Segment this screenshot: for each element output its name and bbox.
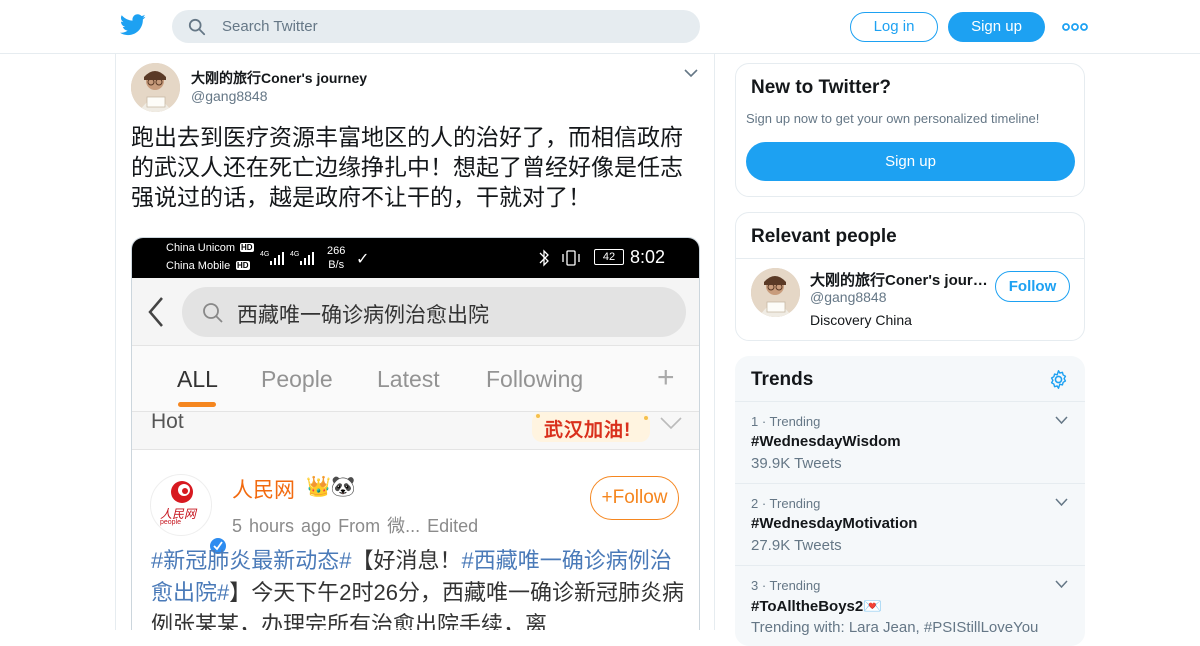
- post-text: 】今天下午2时26分，西藏唯一确诊新冠肺炎病例张某某，办理完所有治愈出院手续，离: [151, 580, 684, 630]
- sign-up-button[interactable]: Sign up: [948, 12, 1045, 42]
- chevron-down-icon[interactable]: [1055, 498, 1068, 506]
- person-avatar[interactable]: [751, 268, 800, 317]
- search-icon: [203, 303, 223, 323]
- app-search-row: 西藏唯一确诊病例治愈出院: [132, 278, 699, 346]
- hd-badge: HD: [236, 261, 250, 270]
- chevron-down-icon[interactable]: [684, 68, 698, 78]
- signal-icon: 4G 4G: [260, 251, 314, 265]
- trend-context: Trending with: Lara Jean, #PSIStillLoveY…: [751, 619, 1039, 636]
- carrier-label: China Mobile: [166, 260, 231, 272]
- chevron-down-icon[interactable]: [1055, 416, 1068, 424]
- tweet-panel: 大刚的旅行Coner's journey @gang8848 跑出去到医疗资源丰…: [115, 54, 715, 630]
- post-body: #新冠肺炎最新动态#【好消息！#西藏唯一确诊病例治愈出院#】今天下午2时26分，…: [151, 545, 686, 630]
- active-tab-indicator: [178, 402, 216, 407]
- trend-item[interactable]: 2 · Trending #WednesdayMotivation 27.9K …: [735, 483, 1085, 565]
- twitter-bird-icon[interactable]: [120, 14, 146, 36]
- sign-up-button[interactable]: Sign up: [746, 142, 1075, 181]
- carrier-label: China Unicom: [166, 242, 236, 254]
- top-navigation-bar: Search Twitter Log in Sign up: [0, 0, 1200, 54]
- person-name[interactable]: 大刚的旅行Coner's journey: [810, 269, 988, 290]
- post-follow-button: +Follow: [590, 476, 679, 520]
- app-search-field: 西藏唯一确诊病例治愈出院: [182, 287, 686, 337]
- log-in-button[interactable]: Log in: [850, 12, 938, 42]
- clock: 8:02: [630, 247, 666, 267]
- more-dots-icon[interactable]: [1062, 22, 1088, 32]
- follow-button[interactable]: Follow: [995, 271, 1070, 302]
- trend-rank: 1 · Trending: [751, 414, 821, 429]
- tweet-image[interactable]: China Unicom HD China Mobile HD 4G 4G 26…: [131, 237, 700, 630]
- card-title: Trends: [751, 369, 814, 390]
- search-input[interactable]: Search Twitter: [222, 18, 318, 35]
- tab-people: People: [261, 366, 333, 392]
- author-handle[interactable]: @gang8848: [191, 88, 268, 104]
- relevant-people-card: Relevant people 大刚的旅行Coner's journey @ga…: [735, 212, 1085, 341]
- trend-name[interactable]: #WednesdayMotivation: [751, 515, 917, 532]
- trend-count: 27.9K Tweets: [751, 537, 842, 554]
- trend-name[interactable]: #ToAlltheBoys2💌: [751, 597, 882, 615]
- card-title: New to Twitter?: [751, 77, 892, 98]
- logo-subtext: people: [160, 519, 182, 526]
- trends-card: Trends 1 · Trending #WednesdayWisdom 39.…: [735, 356, 1085, 646]
- app-tab-row: ALL People Latest Following +: [132, 346, 699, 412]
- hot-row: Hot 武汉加油!: [132, 410, 699, 450]
- sticker-banner: 武汉加油!: [528, 408, 656, 444]
- chevron-down-icon[interactable]: [1055, 580, 1068, 588]
- new-to-twitter-card: New to Twitter? Sign up now to get your …: [735, 63, 1085, 197]
- svg-text:4G: 4G: [260, 251, 269, 258]
- weibo-post: 人民网 people 人民网 👑🐼 5 hours ago From 微... …: [132, 450, 699, 630]
- person-handle[interactable]: @gang8848: [810, 289, 887, 305]
- card-title: Relevant people: [751, 226, 897, 247]
- gear-icon[interactable]: [1048, 369, 1069, 390]
- trend-item[interactable]: 1 · Trending #WednesdayWisdom 39.9K Twee…: [735, 401, 1085, 483]
- app-search-text: 西藏唯一确诊病例治愈出院: [237, 304, 489, 327]
- hashtag: #新冠肺炎最新动态#: [151, 548, 352, 573]
- back-arrow-icon: [148, 297, 163, 327]
- hot-label: Hot: [151, 410, 184, 433]
- tab-latest: Latest: [377, 366, 440, 392]
- post-text: 【好消息！: [351, 548, 462, 573]
- trend-rank: 2 · Trending: [751, 496, 821, 511]
- trend-rank: 3 · Trending: [751, 578, 821, 593]
- author-name[interactable]: 大刚的旅行Coner's journey: [191, 68, 367, 88]
- network-speed: 266 B/s: [327, 245, 346, 271]
- tab-all: ALL: [177, 366, 218, 392]
- trend-name[interactable]: #WednesdayWisdom: [751, 433, 901, 450]
- divider: [736, 258, 1084, 259]
- phone-status-bar: China Unicom HD China Mobile HD 4G 4G 26…: [132, 238, 699, 278]
- post-meta: 5 hours ago From 微... Edited: [232, 516, 479, 536]
- bluetooth-vibrate-icon: [539, 249, 580, 267]
- hd-badge: HD: [240, 243, 254, 252]
- author-avatar[interactable]: [131, 63, 180, 112]
- person-bio: Discovery China: [810, 312, 912, 328]
- post-badge-icons: 👑🐼: [306, 476, 356, 498]
- battery-indicator: 42: [594, 249, 624, 265]
- trend-count: 39.9K Tweets: [751, 455, 842, 472]
- tweet-text: 跑出去到医疗资源丰富地区的人的治好了，而相信政府的武汉人还在死亡边缘挣扎中！想起…: [131, 124, 683, 210]
- card-subtitle: Sign up now to get your own personalized…: [746, 111, 1040, 126]
- trend-item[interactable]: 3 · Trending #ToAlltheBoys2💌 Trending wi…: [735, 565, 1085, 646]
- svg-text:4G: 4G: [290, 251, 299, 258]
- check-icon: ✓: [356, 251, 370, 268]
- chevron-down-icon: [660, 417, 682, 430]
- search-bar[interactable]: Search Twitter: [172, 10, 700, 43]
- post-avatar: 人民网 people: [150, 474, 227, 555]
- plus-icon: +: [657, 361, 675, 394]
- search-icon: [188, 18, 206, 36]
- tab-following: Following: [486, 366, 584, 392]
- sticker-text: 武汉加油!: [544, 420, 632, 441]
- post-author-name: 人民网: [232, 479, 295, 502]
